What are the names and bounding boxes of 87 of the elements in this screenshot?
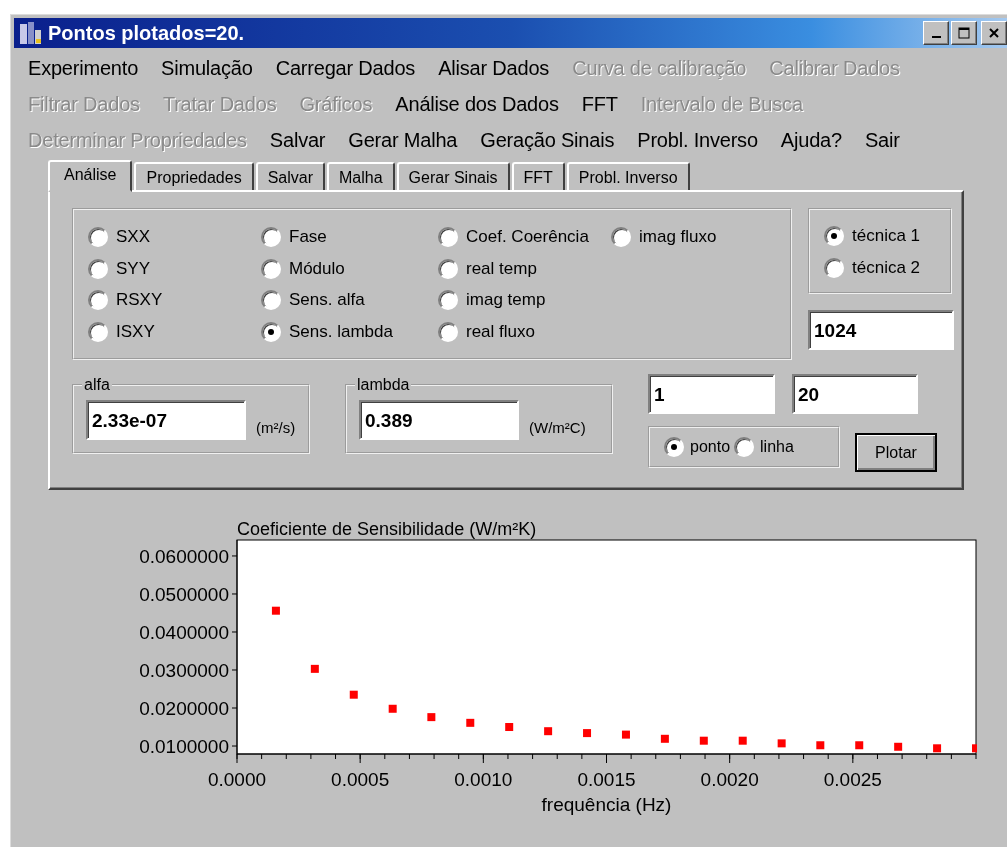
tab[interactable]: Probl. Inverso bbox=[566, 162, 690, 190]
data-point bbox=[310, 664, 319, 673]
close-icon bbox=[988, 27, 1000, 39]
data-point bbox=[466, 718, 475, 727]
minimize-button[interactable] bbox=[923, 21, 949, 45]
menu-item[interactable]: FFT bbox=[581, 92, 618, 116]
tab[interactable]: Salvar bbox=[255, 162, 325, 190]
tab[interactable]: Gerar Sinais bbox=[396, 162, 510, 190]
axis-tick-label: 0.0100000 bbox=[139, 736, 229, 757]
data-point bbox=[583, 729, 592, 738]
window-title: Pontos plotados=20. bbox=[48, 21, 246, 45]
menu-item[interactable]: Alisar Dados bbox=[438, 56, 550, 80]
axis-tick-label: 0.0010 bbox=[454, 769, 513, 790]
radio-option[interactable]: ponto bbox=[664, 434, 731, 460]
data-point bbox=[660, 734, 669, 743]
menu-item[interactable]: Probl. Inverso bbox=[637, 128, 758, 152]
radio-option[interactable]: RSXY bbox=[88, 287, 261, 313]
radio-option[interactable]: técnica 1 bbox=[824, 223, 950, 249]
close-button[interactable] bbox=[981, 21, 1007, 45]
axis-tick-label: 0.0015 bbox=[577, 769, 636, 790]
data-point bbox=[271, 606, 280, 615]
data-point bbox=[972, 744, 977, 753]
menu-item[interactable]: Carregar Dados bbox=[275, 56, 416, 80]
menu-item[interactable]: Salvar bbox=[269, 128, 326, 152]
axis-tick-label: 0.0000 bbox=[207, 769, 267, 790]
radio-option[interactable]: Sens. alfa bbox=[261, 287, 438, 313]
building-icon bbox=[18, 21, 44, 45]
data-point bbox=[544, 727, 553, 736]
data-point bbox=[699, 736, 708, 745]
radio-option[interactable]: real fluxo bbox=[438, 318, 611, 345]
tab[interactable]: Análise bbox=[48, 160, 133, 192]
radio-option[interactable]: SXX bbox=[88, 224, 261, 250]
minimize-icon bbox=[931, 36, 941, 38]
menu-item[interactable]: Análise dos Dados bbox=[395, 92, 559, 116]
data-point bbox=[777, 739, 786, 748]
maximize-button[interactable] bbox=[951, 21, 977, 45]
text-field[interactable]: 0.389 bbox=[359, 400, 519, 440]
axis-tick-label: 0.0400000 bbox=[139, 622, 229, 643]
data-point bbox=[388, 704, 397, 713]
menu-item[interactable]: Ajuda? bbox=[780, 128, 842, 152]
group-label: alfa bbox=[83, 376, 111, 394]
data-point bbox=[738, 736, 747, 745]
axis-title: frequência (Hz) bbox=[541, 794, 672, 815]
radio-option[interactable]: técnica 2 bbox=[824, 255, 950, 281]
unit-label: (m²/s) bbox=[256, 419, 296, 436]
menu-item[interactable]: Gerar Malha bbox=[348, 128, 458, 152]
data-point bbox=[855, 741, 864, 750]
axis-tick-label: 0.0500000 bbox=[139, 584, 229, 605]
axis-tick-label: 0.0005 bbox=[331, 769, 390, 790]
radio-option[interactable]: Fase bbox=[261, 224, 438, 250]
axis-tick-label: 0.0600000 bbox=[139, 545, 229, 567]
menu-item[interactable]: Simulação bbox=[161, 56, 253, 80]
tab[interactable]: Propriedades bbox=[134, 162, 254, 190]
data-point bbox=[505, 723, 514, 731]
menu-item[interactable]: Geração Sinais bbox=[480, 128, 615, 152]
plot-button[interactable]: Plotar bbox=[855, 433, 937, 472]
radio-option[interactable]: real temp bbox=[438, 255, 611, 282]
text-field[interactable]: 2.33e-07 bbox=[86, 400, 246, 440]
group-label: lambda bbox=[356, 376, 411, 394]
axis-tick-label: 0.0200000 bbox=[139, 698, 229, 719]
axis-tick-label: 0.0020 bbox=[700, 769, 759, 790]
radio-option[interactable]: imag fluxo bbox=[611, 224, 717, 250]
axis-tick-label: 0.0300000 bbox=[139, 660, 229, 681]
radio-option[interactable]: ISXY bbox=[88, 318, 261, 345]
text-field[interactable]: 1 bbox=[648, 374, 775, 414]
data-point bbox=[349, 690, 358, 699]
menu-item[interactable]: Experimento bbox=[28, 56, 139, 80]
chart-title: Coeficiente de Sensibilidade (W/m²K) bbox=[237, 519, 537, 539]
radio-option[interactable]: SYY bbox=[88, 255, 261, 282]
menu-item[interactable]: Sair bbox=[864, 128, 900, 152]
data-point bbox=[621, 730, 630, 739]
data-point bbox=[933, 744, 942, 753]
unit-label: (W/m²C) bbox=[529, 419, 586, 436]
text-field[interactable]: 1024 bbox=[808, 310, 954, 350]
tab[interactable]: Malha bbox=[327, 162, 395, 190]
radio-option[interactable]: imag temp bbox=[438, 287, 611, 313]
radio-option[interactable]: Sens. lambda bbox=[261, 318, 438, 345]
radio-option[interactable]: Coef. Coerência bbox=[438, 224, 611, 250]
tab[interactable]: FFT bbox=[511, 162, 565, 190]
radio-option[interactable]: Módulo bbox=[261, 255, 438, 282]
text-field[interactable]: 20 bbox=[792, 374, 918, 414]
maximize-icon bbox=[958, 27, 970, 39]
axis-tick-label: 0.0025 bbox=[823, 769, 882, 790]
data-point bbox=[894, 742, 903, 751]
radio-option[interactable]: linha bbox=[734, 434, 794, 460]
data-point bbox=[816, 741, 825, 750]
data-point bbox=[427, 713, 436, 722]
